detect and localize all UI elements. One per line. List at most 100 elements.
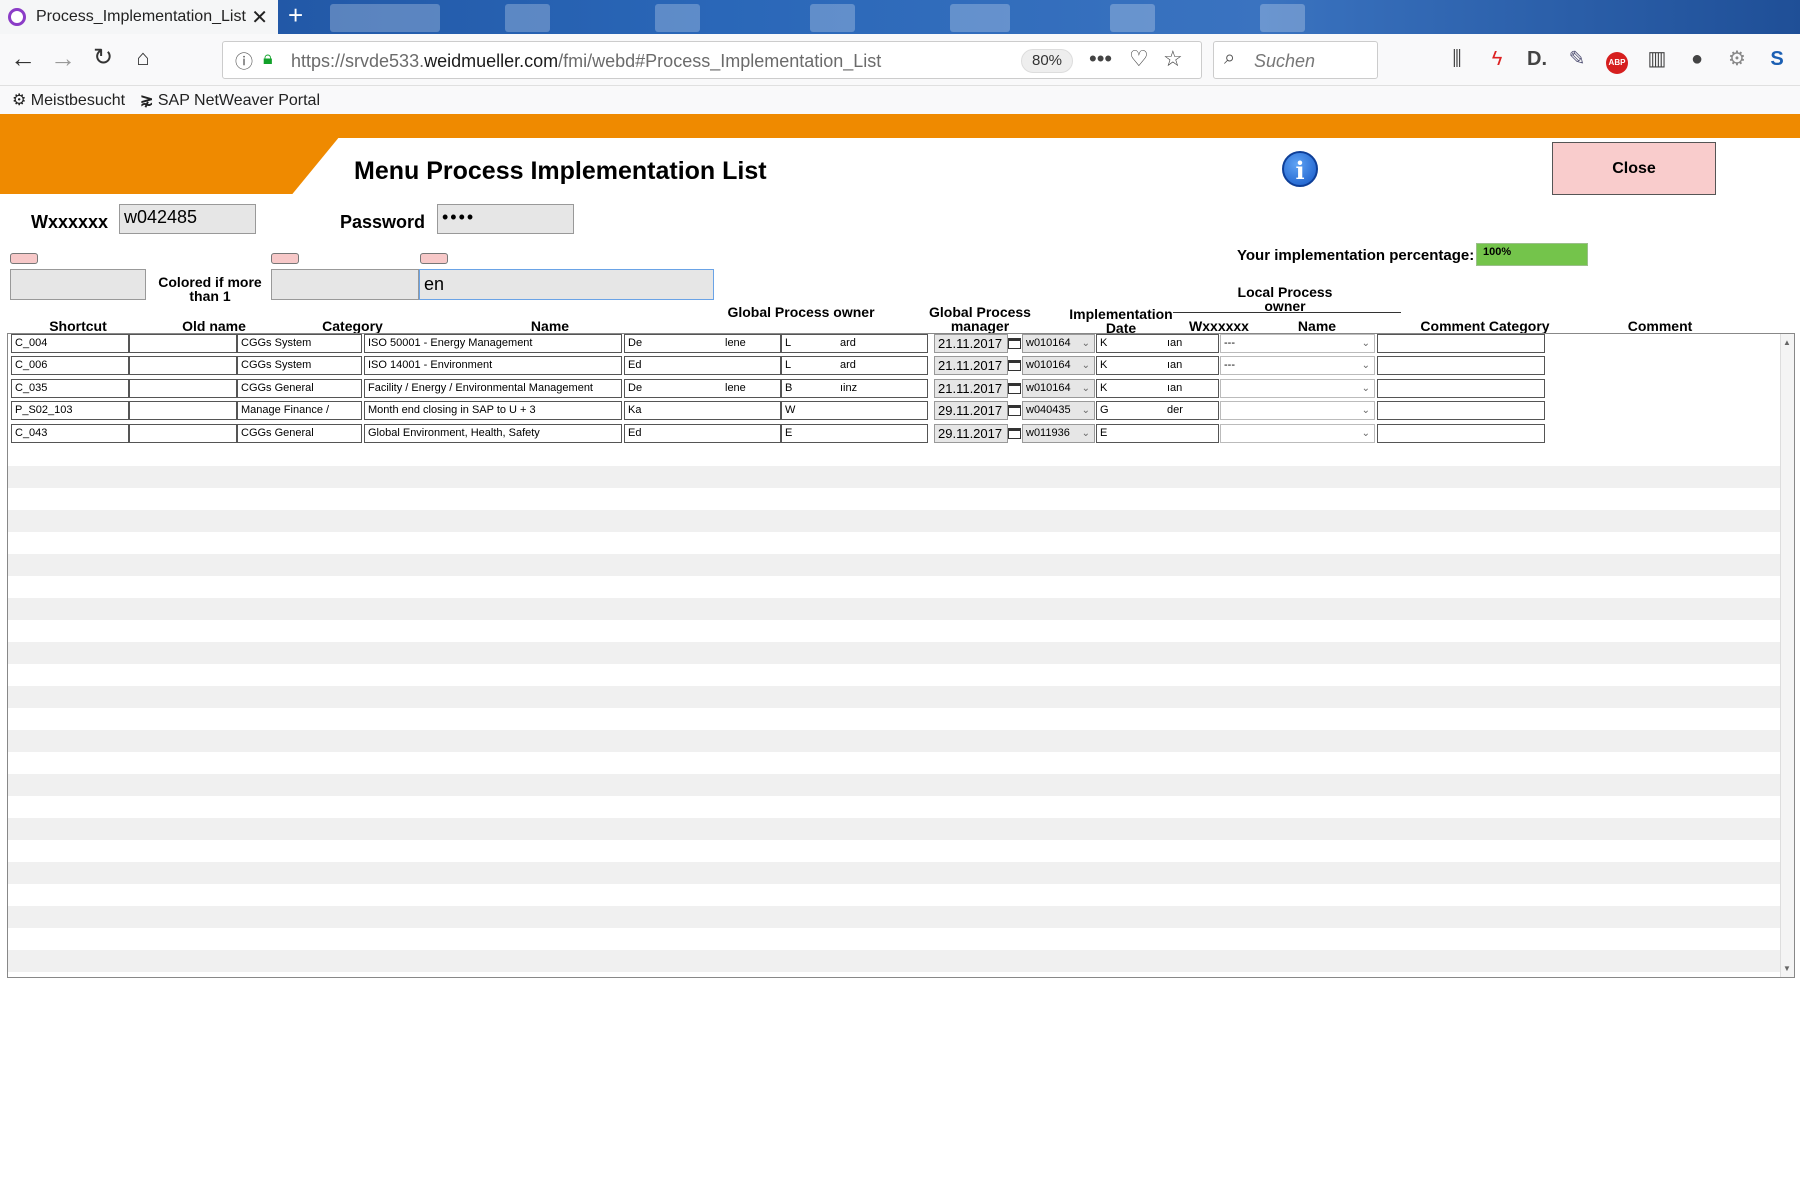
name-filter-input[interactable]: en <box>419 269 714 300</box>
chevron-down-icon[interactable]: ⌄ <box>1082 335 1090 352</box>
cell-old-name[interactable] <box>129 378 237 398</box>
cell-comment[interactable] <box>1377 378 1545 398</box>
cell-implementation-date[interactable]: 29.11.2017 <box>934 423 1008 443</box>
cell-wxxxxxx[interactable]: w010164 ⌄ <box>1022 356 1095 376</box>
sidebar-icon[interactable]: ▥ <box>1642 44 1672 74</box>
info-icon[interactable]: ⓘ <box>235 48 253 74</box>
cell-comment-category[interactable]: ⌄ <box>1220 423 1375 443</box>
cell-shortcut[interactable]: C_043 <box>11 423 129 443</box>
cell-category[interactable]: CGGs General <box>237 423 362 443</box>
cell-wxxxxxx[interactable]: w010164 ⌄ <box>1022 378 1095 398</box>
skype-icon[interactable]: S <box>1762 44 1792 74</box>
cell-category[interactable]: CGGs System <box>237 356 362 376</box>
vertical-scrollbar[interactable]: ▲ ▼ <box>1780 334 1794 977</box>
cell-comment[interactable] <box>1377 334 1545 353</box>
user-field[interactable]: w042485 <box>119 204 256 234</box>
cell-comment-category[interactable]: --- ⌄ <box>1220 334 1375 353</box>
cell-shortcut[interactable]: C_006 <box>11 356 129 376</box>
category-filter-input[interactable] <box>271 269 419 300</box>
chevron-down-icon[interactable]: ⌄ <box>1082 357 1090 374</box>
new-tab-button[interactable]: + <box>288 0 303 31</box>
cell-global-owner[interactable]: Ed <box>624 423 781 443</box>
chevron-down-icon[interactable]: ⌄ <box>1362 402 1370 419</box>
calendar-icon[interactable] <box>1008 338 1021 349</box>
cell-comment-category[interactable]: ⌄ <box>1220 378 1375 398</box>
close-tab-icon[interactable]: ✕ <box>251 5 268 30</box>
back-icon[interactable]: ← <box>6 43 40 74</box>
cell-local-name[interactable]: Gder <box>1096 401 1219 421</box>
cell-global-owner[interactable]: De lene <box>624 378 781 398</box>
cell-local-name[interactable]: Kıan <box>1096 356 1219 376</box>
home-icon[interactable]: ⌂ <box>126 45 160 71</box>
cell-comment[interactable] <box>1377 401 1545 421</box>
cell-implementation-date[interactable]: 21.11.2017 <box>934 356 1008 376</box>
cell-shortcut[interactable]: C_035 <box>11 378 129 398</box>
cell-name[interactable]: ISO 50001 - Energy Management <box>364 334 622 353</box>
dictionary-icon[interactable]: D. <box>1522 44 1552 74</box>
cell-wxxxxxx[interactable]: w010164 ⌄ <box>1022 334 1095 353</box>
cell-implementation-date[interactable]: 21.11.2017 <box>934 334 1008 353</box>
bookmark-sap-portal[interactable]: ⋧ SAP NetWeaver Portal <box>140 90 320 110</box>
cell-category[interactable]: CGGs System <box>237 334 362 353</box>
chevron-down-icon[interactable]: ⌄ <box>1362 425 1370 442</box>
cell-name[interactable]: ISO 14001 - Environment <box>364 356 622 376</box>
settings-gear-icon[interactable]: ⚙ <box>1722 44 1752 74</box>
cell-shortcut[interactable]: C_004 <box>11 334 129 353</box>
address-bar[interactable]: ⓘ 🔒︎ https://srvde533.weidmueller.com/fm… <box>222 41 1202 79</box>
password-field[interactable]: •••• <box>437 204 574 234</box>
cell-comment-category[interactable]: ⌄ <box>1220 401 1375 421</box>
cell-global-manager[interactable]: W <box>781 401 928 421</box>
chevron-down-icon[interactable]: ⌄ <box>1362 335 1370 352</box>
cell-local-name[interactable]: E <box>1096 423 1219 443</box>
close-button[interactable]: Close <box>1552 142 1716 195</box>
sort-name-button[interactable] <box>420 253 448 264</box>
eraser-icon[interactable]: ✎ <box>1562 44 1592 74</box>
library-icon[interactable]: ⫼ <box>1442 44 1472 74</box>
cell-old-name[interactable] <box>129 423 237 443</box>
active-tab[interactable]: Process_Implementation_List (F ✕ <box>0 0 278 34</box>
cell-category[interactable]: CGGs General <box>237 378 362 398</box>
cell-local-name[interactable]: Kıan <box>1096 378 1219 398</box>
reload-icon[interactable]: ↻ <box>86 43 120 72</box>
cell-old-name[interactable] <box>129 334 237 353</box>
chevron-down-icon[interactable]: ⌄ <box>1082 402 1090 419</box>
sort-category-button[interactable] <box>271 253 299 264</box>
cell-global-manager[interactable]: Lard <box>781 356 928 376</box>
extension-icon[interactable]: ● <box>1682 44 1712 74</box>
cell-implementation-date[interactable]: 29.11.2017 <box>934 401 1008 421</box>
cell-old-name[interactable] <box>129 401 237 421</box>
page-actions-icon[interactable]: ••• <box>1089 46 1112 72</box>
cell-comment[interactable] <box>1377 356 1545 376</box>
bookmark-meistbesucht[interactable]: ⚙ Meistbesucht <box>12 90 125 110</box>
calendar-icon[interactable] <box>1008 360 1021 372</box>
calendar-icon[interactable] <box>1008 405 1021 417</box>
chevron-down-icon[interactable]: ⌄ <box>1362 380 1370 397</box>
cell-global-manager[interactable]: Lard <box>781 334 928 353</box>
shortcut-filter-input[interactable] <box>10 269 146 300</box>
pocket-icon[interactable]: ♡ <box>1129 46 1149 72</box>
chevron-down-icon[interactable]: ⌄ <box>1082 425 1090 442</box>
zoom-badge[interactable]: 80% <box>1021 49 1073 73</box>
cell-global-owner[interactable]: Ka <box>624 401 781 421</box>
chevron-down-icon[interactable]: ⌄ <box>1362 357 1370 374</box>
cell-global-owner[interactable]: De lene <box>624 334 781 353</box>
cell-local-name[interactable]: Kıan <box>1096 334 1219 353</box>
cell-global-owner[interactable]: Ed <box>624 356 781 376</box>
adblock-icon[interactable]: ABP <box>1602 44 1632 74</box>
cell-shortcut[interactable]: P_S02_103 <box>11 401 129 421</box>
cell-name[interactable]: Month end closing in SAP to U + 3 <box>364 401 622 421</box>
bookmark-star-icon[interactable]: ☆ <box>1163 46 1183 72</box>
info-icon[interactable]: i <box>1282 151 1318 187</box>
cell-comment[interactable] <box>1377 423 1545 443</box>
scroll-up-icon[interactable]: ▲ <box>1783 338 1791 347</box>
cell-wxxxxxx[interactable]: w040435 ⌄ <box>1022 401 1095 421</box>
sort-shortcut-button[interactable] <box>10 253 38 264</box>
cell-global-manager[interactable]: Bıinz <box>781 378 928 398</box>
calendar-icon[interactable] <box>1008 427 1021 439</box>
forward-icon[interactable]: → <box>46 43 80 74</box>
cell-old-name[interactable] <box>129 356 237 376</box>
scroll-down-icon[interactable]: ▼ <box>1783 964 1791 973</box>
url-text[interactable]: https://srvde533.weidmueller.com/fmi/web… <box>291 51 881 72</box>
cell-category[interactable]: Manage Finance / <box>237 401 362 421</box>
search-input[interactable]: ⌕ Suchen <box>1213 41 1378 79</box>
